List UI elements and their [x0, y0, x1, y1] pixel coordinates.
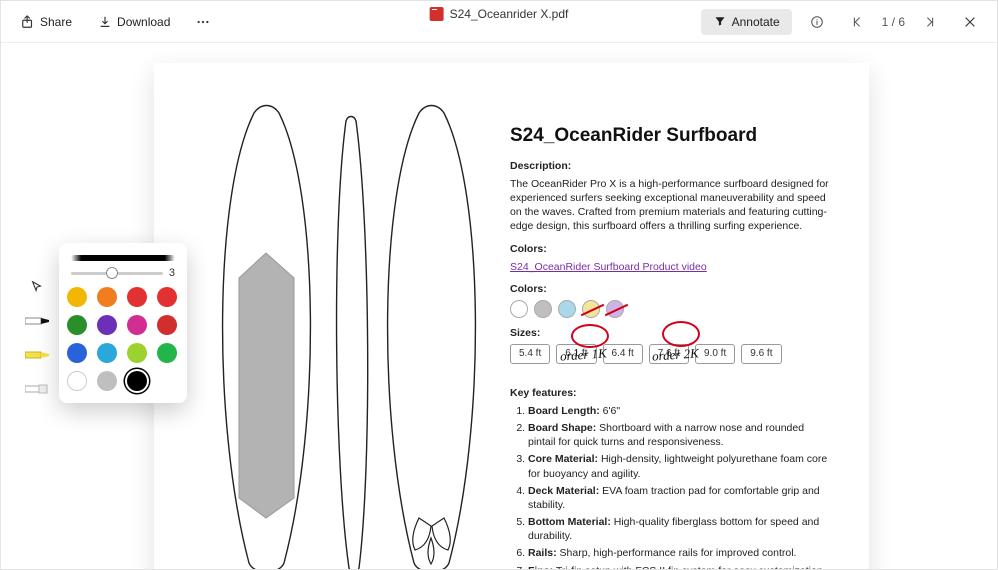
description-text: The OceanRider Pro X is a high-performan…: [510, 177, 834, 234]
colors-heading: Colors:: [510, 242, 834, 256]
close-button[interactable]: [955, 10, 985, 34]
info-button[interactable]: [802, 10, 832, 34]
doc-title: S24_OceanRider Surfboard: [510, 123, 834, 149]
feature-item: Core Material: High-density, lightweight…: [528, 452, 834, 480]
color-swatches: [510, 300, 834, 318]
pen-color-swatch[interactable]: [127, 315, 147, 335]
pen-color-swatch[interactable]: [97, 343, 117, 363]
info-icon: [810, 15, 824, 29]
next-page-button[interactable]: [915, 10, 945, 34]
pen-color-swatch[interactable]: [127, 287, 147, 307]
download-icon: [98, 15, 112, 29]
pdf-icon: [430, 7, 444, 21]
size-chip: 9.6 ft: [741, 344, 781, 364]
marker-black-tool[interactable]: [24, 309, 50, 333]
share-button[interactable]: Share: [13, 10, 80, 34]
cursor-tool[interactable]: [24, 275, 50, 299]
pen-color-swatch[interactable]: [157, 287, 177, 307]
size-chip: 6.4 ft: [603, 344, 643, 364]
prev-page-button[interactable]: [842, 10, 872, 34]
marker-yellow-tool[interactable]: [24, 343, 50, 367]
features-list: Board Length: 6'6" Board Shape: Shortboar…: [510, 404, 834, 569]
keyfeatures-heading: Key features:: [510, 386, 834, 400]
feature-item: Bottom Material: High-quality fiberglass…: [528, 515, 834, 543]
more-icon: [196, 15, 210, 29]
document-content: S24_OceanRider Surfboard Description: Th…: [510, 123, 834, 569]
ink-note-order2k[interactable]: order 2K: [651, 345, 699, 364]
thickness-value: 3: [169, 267, 175, 279]
pen-color-swatch[interactable]: [127, 343, 147, 363]
file-name: S24_Oceanrider X.pdf: [450, 7, 569, 21]
color-swatch: [606, 300, 624, 318]
filter-icon: [713, 15, 727, 29]
feature-item: Fins: Tri-fin setup with FCS II fin syst…: [528, 564, 834, 569]
prev-icon: [850, 15, 864, 29]
pen-color-swatch[interactable]: [127, 371, 147, 391]
description-heading: Description:: [510, 159, 834, 173]
product-video-link[interactable]: S24_OceanRider Surfboard Product video: [510, 261, 707, 273]
annotation-tool-rail: [21, 275, 53, 401]
pen-color-swatch[interactable]: [97, 371, 117, 391]
feature-item: Rails: Sharp, high-performance rails for…: [528, 546, 834, 560]
size-chip: 5.4 ft: [510, 344, 550, 364]
pen-color-swatch[interactable]: [97, 315, 117, 335]
pen-color-swatch[interactable]: [97, 287, 117, 307]
annotate-button[interactable]: Annotate: [701, 9, 792, 35]
pen-options-panel: 3: [59, 243, 187, 403]
size-chip: 9.0 ft: [695, 344, 735, 364]
pen-color-swatch[interactable]: [157, 315, 177, 335]
page-indicator: 1 / 6: [882, 15, 905, 29]
eraser-tool[interactable]: [24, 377, 50, 401]
thickness-slider[interactable]: [71, 272, 163, 275]
feature-item: Board Length: 6'6": [528, 404, 834, 418]
pen-color-swatch[interactable]: [67, 315, 87, 335]
ink-circle-6-1[interactable]: [571, 324, 609, 348]
more-button[interactable]: [188, 10, 218, 34]
share-icon: [21, 15, 35, 29]
surfboard-illustration: [194, 103, 494, 569]
pdf-page: S24_OceanRider Surfboard Description: Th…: [154, 63, 869, 569]
share-label: Share: [40, 15, 72, 29]
pen-color-swatch[interactable]: [67, 287, 87, 307]
pen-color-swatch[interactable]: [157, 343, 177, 363]
feature-item: Deck Material: EVA foam traction pad for…: [528, 484, 834, 512]
stroke-preview: [71, 255, 175, 261]
pen-color-swatch[interactable]: [67, 371, 87, 391]
colors2-heading: Colors:: [510, 282, 834, 296]
pen-color-swatch[interactable]: [67, 343, 87, 363]
color-swatch: [558, 300, 576, 318]
slider-thumb[interactable]: [106, 267, 118, 279]
download-label: Download: [117, 15, 170, 29]
next-icon: [923, 15, 937, 29]
close-icon: [963, 15, 977, 29]
file-title: S24_Oceanrider X.pdf: [430, 7, 569, 21]
annotate-label: Annotate: [732, 15, 780, 29]
color-swatch: [534, 300, 552, 318]
color-swatch: [582, 300, 600, 318]
feature-item: Board Shape: Shortboard with a narrow no…: [528, 421, 834, 449]
color-swatch: [510, 300, 528, 318]
download-button[interactable]: Download: [90, 10, 178, 34]
ink-note-order1k[interactable]: order 1K: [559, 345, 607, 364]
ink-circle-7-6[interactable]: [662, 321, 700, 347]
color-grid: [71, 287, 175, 391]
